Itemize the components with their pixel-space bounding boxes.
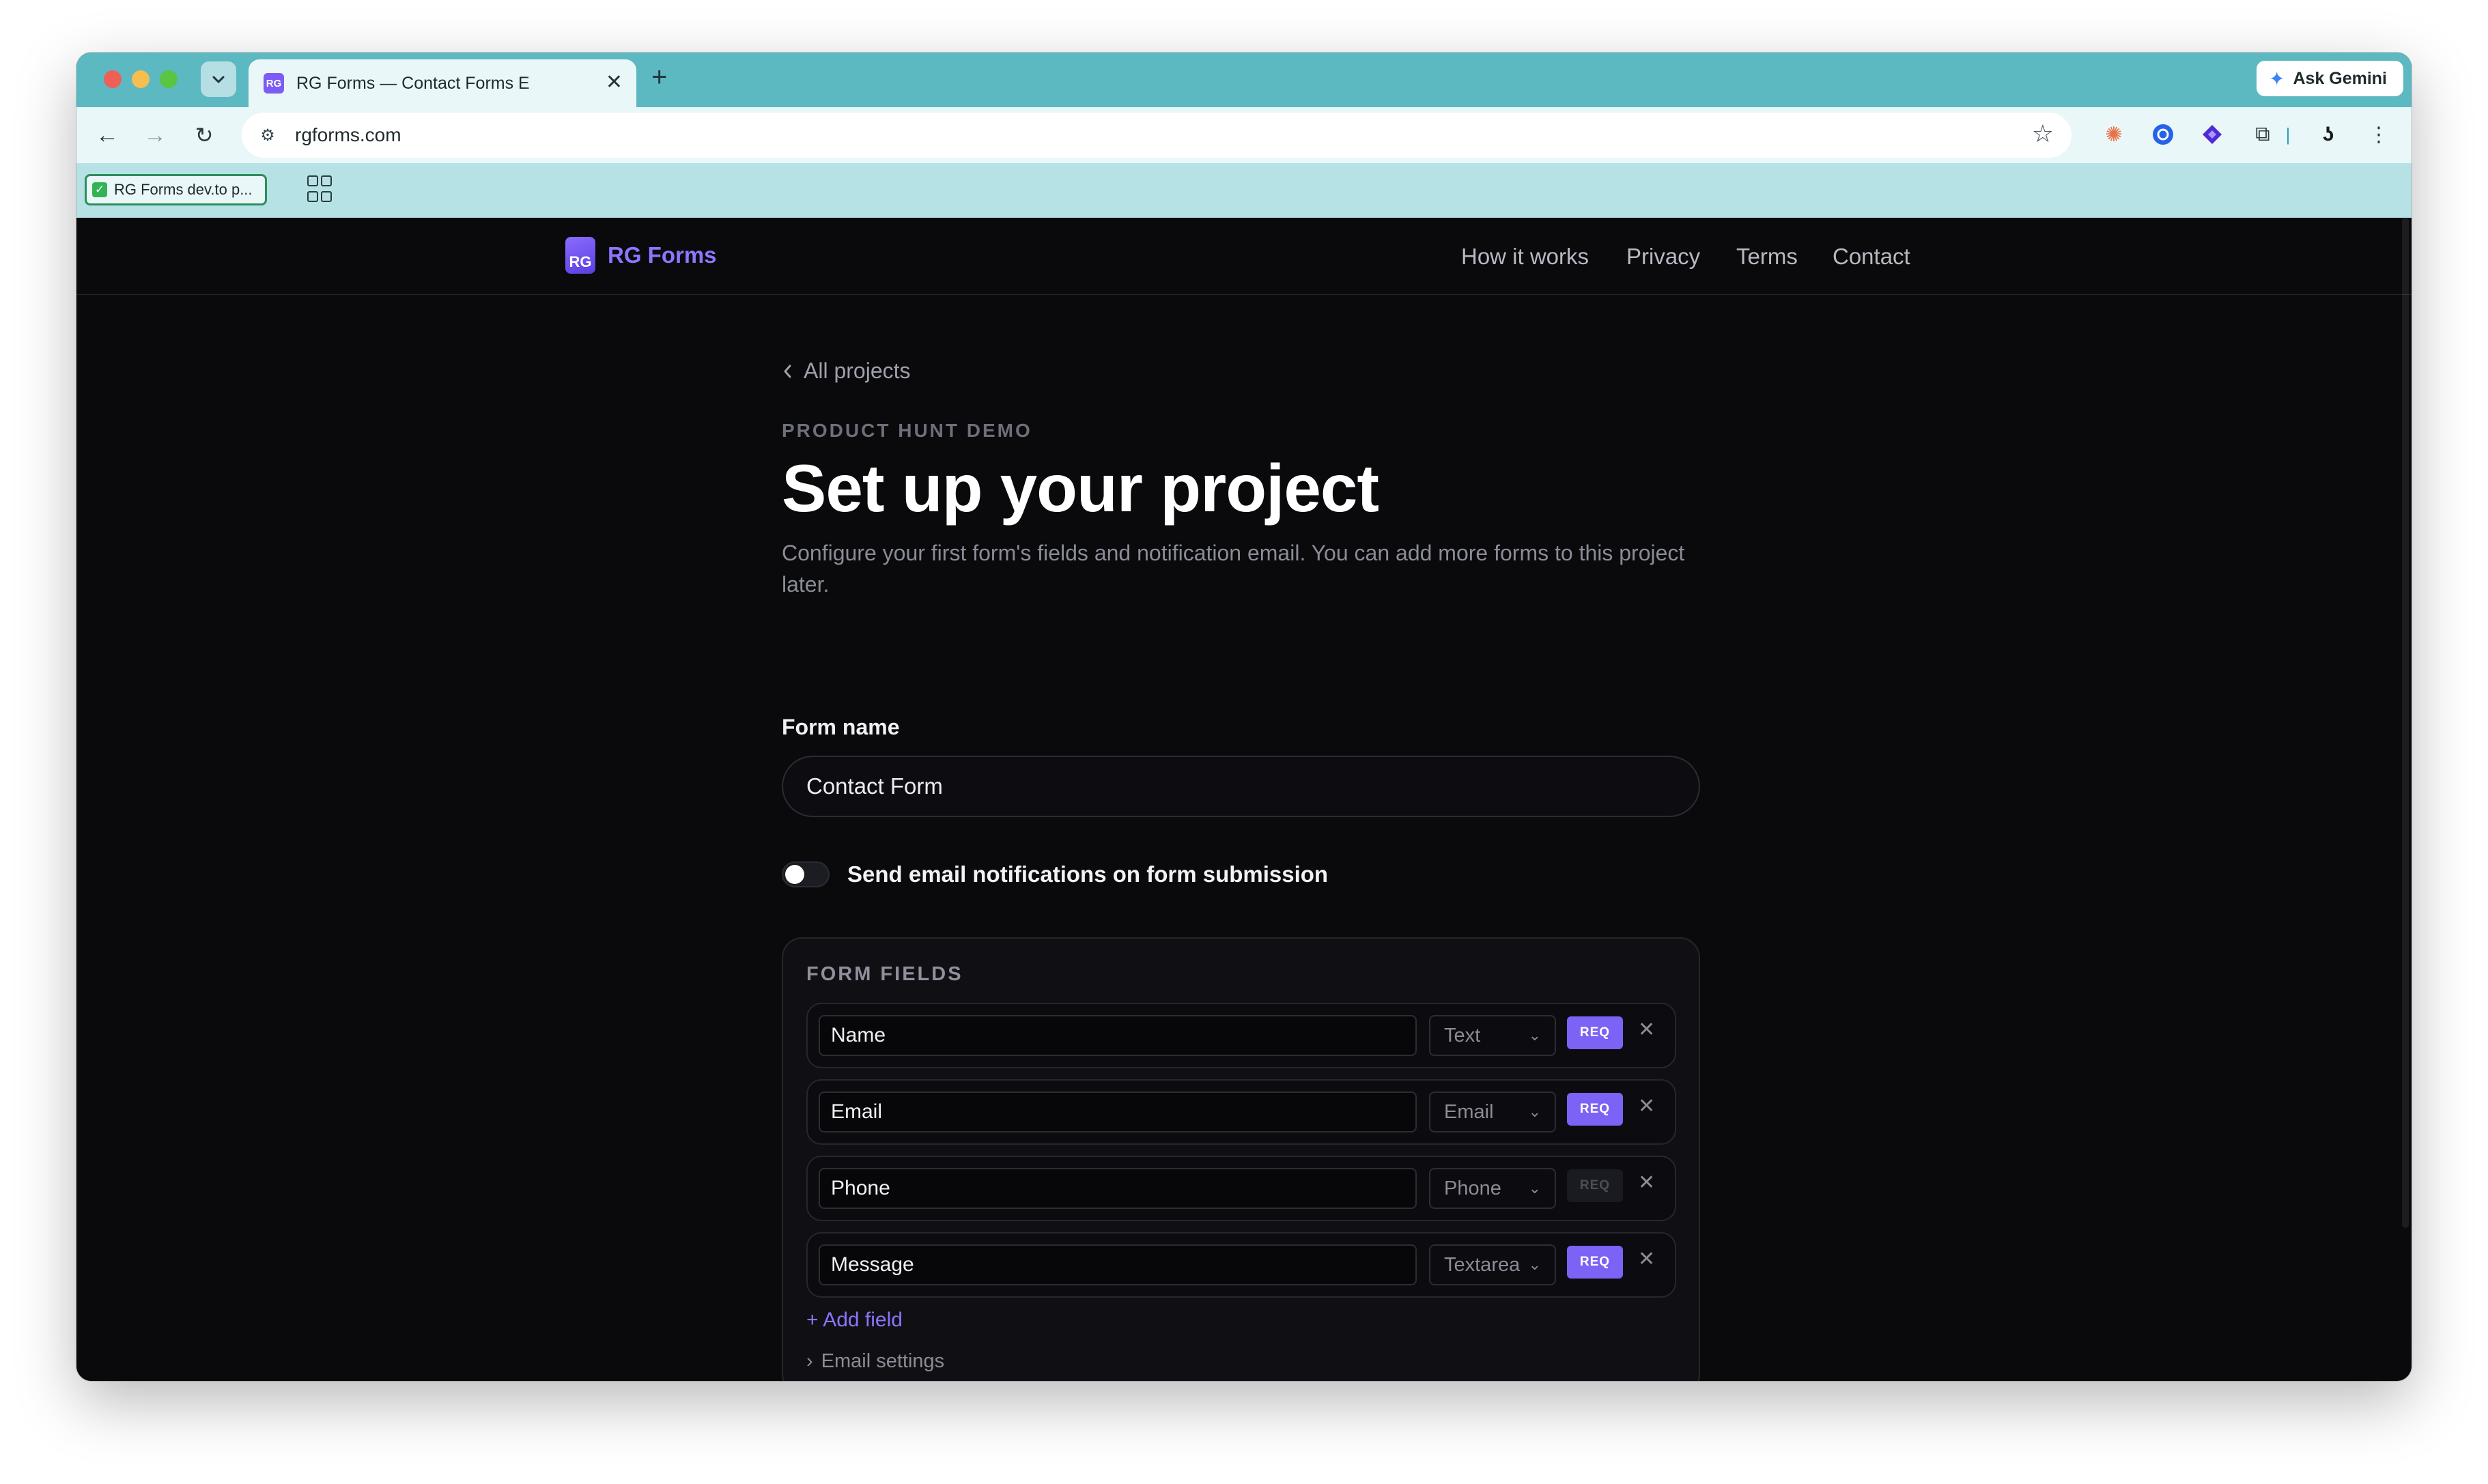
remove-field-icon[interactable]: ✕ bbox=[1638, 1247, 1655, 1271]
forward-arrow-icon[interactable]: → bbox=[138, 118, 172, 152]
field-type-select[interactable]: Text ⌄ bbox=[1429, 1015, 1556, 1056]
bookmarks-bar: ✓ RG Forms dev.to p... bbox=[76, 163, 2412, 218]
extension-burst-icon[interactable]: ✺ bbox=[2099, 119, 2129, 149]
field-label-input[interactable] bbox=[819, 1091, 1417, 1132]
toolbar-divider: | bbox=[2285, 124, 2291, 145]
required-toggle-button[interactable]: REQ bbox=[1567, 1169, 1623, 1202]
project-name-eyebrow: PRODUCT HUNT DEMO bbox=[782, 420, 1032, 441]
browser-menu-icon[interactable]: ⋮ bbox=[2364, 119, 2394, 149]
form-fields-title: FORM FIELDS bbox=[806, 963, 963, 985]
page-subtitle: Configure your first form's fields and n… bbox=[782, 541, 1685, 597]
required-toggle-button[interactable]: REQ bbox=[1567, 1246, 1623, 1279]
address-bar[interactable]: ⚙ rgforms.com ☆ bbox=[242, 113, 2072, 158]
remove-field-icon[interactable]: ✕ bbox=[1638, 1094, 1655, 1118]
extension-blue-badge-icon[interactable] bbox=[2148, 119, 2178, 149]
bookmark-item[interactable]: ✓ RG Forms dev.to p... bbox=[85, 174, 267, 205]
field-type-value: Text bbox=[1444, 1024, 1481, 1046]
chevron-left-icon bbox=[784, 365, 791, 377]
field-type-select[interactable]: Email ⌄ bbox=[1429, 1091, 1556, 1132]
minimize-window-button[interactable] bbox=[132, 70, 150, 88]
site-header: RG RG Forms How it works Privacy Terms C… bbox=[76, 218, 2412, 295]
maximize-window-button[interactable] bbox=[160, 70, 178, 88]
chevron-down-icon: ⌄ bbox=[1528, 1027, 1541, 1044]
chevron-down-icon: ⌄ bbox=[1528, 1256, 1541, 1273]
bookmark-label: RG Forms dev.to p... bbox=[114, 181, 253, 198]
url-text[interactable]: rgforms.com bbox=[295, 124, 401, 146]
email-notification-label: Send email notifications on form submiss… bbox=[847, 861, 1329, 887]
required-toggle-button[interactable]: REQ bbox=[1567, 1093, 1623, 1126]
extensions-puzzle-icon[interactable]: ⧉ bbox=[2248, 119, 2278, 149]
back-to-projects-link[interactable]: All projects bbox=[782, 358, 911, 384]
form-name-label: Form name bbox=[782, 715, 900, 739]
reload-icon[interactable]: ↻ bbox=[187, 118, 221, 152]
field-type-select[interactable]: Textarea ⌄ bbox=[1429, 1244, 1556, 1285]
tab-close-icon[interactable]: ✕ bbox=[606, 70, 623, 94]
site-settings-icon[interactable]: ⚙ bbox=[254, 122, 281, 149]
close-window-button[interactable] bbox=[104, 70, 122, 88]
brand-logo-icon: RG bbox=[565, 237, 595, 274]
nav-terms-link[interactable]: Terms bbox=[1736, 244, 1798, 270]
field-row-name: Text ⌄ REQ ✕ bbox=[806, 1003, 1676, 1068]
extension-diamond-icon[interactable] bbox=[2197, 119, 2227, 149]
tab-favicon-icon: RG bbox=[264, 73, 284, 94]
add-field-link[interactable]: + Add field bbox=[806, 1309, 903, 1332]
apps-grid-icon[interactable] bbox=[307, 175, 335, 203]
field-type-value: Email bbox=[1444, 1100, 1494, 1123]
field-row-email: Email ⌄ REQ ✕ bbox=[806, 1079, 1676, 1145]
page-scrollbar[interactable] bbox=[2402, 218, 2409, 1228]
remove-field-icon[interactable]: ✕ bbox=[1638, 1171, 1655, 1195]
browser-window: RG RG Forms — Contact Forms E ✕ + ✦ Ask … bbox=[76, 53, 2412, 1381]
field-row-phone: Phone ⌄ REQ ✕ bbox=[806, 1156, 1676, 1221]
required-toggle-button[interactable]: REQ bbox=[1567, 1016, 1623, 1049]
gemini-sparkle-icon: ✦ bbox=[2268, 68, 2285, 89]
nav-how-it-works-link[interactable]: How it works bbox=[1461, 244, 1589, 270]
active-tab[interactable]: RG RG Forms — Contact Forms E ✕ bbox=[249, 59, 636, 107]
brand-home-link[interactable]: RG RG Forms bbox=[565, 237, 717, 274]
ask-gemini-label: Ask Gemini bbox=[2293, 68, 2387, 88]
email-settings-expander[interactable]: › Email settings bbox=[806, 1350, 944, 1373]
remove-field-icon[interactable]: ✕ bbox=[1638, 1018, 1655, 1042]
back-link-label: All projects bbox=[804, 358, 911, 383]
toggle-knob bbox=[785, 865, 804, 884]
field-type-value: Phone bbox=[1444, 1177, 1501, 1199]
chevron-down-icon: ⌄ bbox=[1528, 1103, 1541, 1120]
field-type-value: Textarea bbox=[1444, 1253, 1521, 1276]
web-page: RG RG Forms How it works Privacy Terms C… bbox=[76, 218, 2412, 1381]
nav-privacy-link[interactable]: Privacy bbox=[1626, 244, 1700, 270]
extension-hook-icon[interactable]: ʖ bbox=[2313, 119, 2343, 149]
back-arrow-icon[interactable]: ← bbox=[90, 118, 124, 152]
chevron-down-icon bbox=[212, 76, 225, 83]
email-notification-toggle-row[interactable]: Send email notifications on form submiss… bbox=[782, 861, 1328, 887]
bookmark-star-icon[interactable]: ☆ bbox=[2032, 119, 2054, 148]
field-type-select[interactable]: Phone ⌄ bbox=[1429, 1168, 1556, 1209]
new-tab-icon[interactable]: + bbox=[651, 62, 667, 93]
nav-contact-link[interactable]: Contact bbox=[1833, 244, 1910, 270]
form-name-input[interactable] bbox=[782, 756, 1700, 817]
field-label-input[interactable] bbox=[819, 1244, 1417, 1285]
field-label-input[interactable] bbox=[819, 1015, 1417, 1056]
chevron-right-icon: › bbox=[806, 1350, 813, 1372]
email-settings-label: Email settings bbox=[821, 1350, 945, 1372]
ask-gemini-button[interactable]: ✦ Ask Gemini bbox=[2256, 61, 2403, 96]
field-row-message: Textarea ⌄ REQ ✕ bbox=[806, 1232, 1676, 1298]
form-fields-card: FORM FIELDS Text ⌄ REQ ✕ Email ⌄ REQ ✕ Pho… bbox=[782, 937, 1700, 1381]
tab-strip: RG RG Forms — Contact Forms E ✕ + ✦ Ask … bbox=[76, 53, 2412, 107]
page-title: Set up your project bbox=[782, 451, 1379, 526]
field-label-input[interactable] bbox=[819, 1168, 1417, 1209]
browser-toolbar: ← → ↻ ⚙ rgforms.com ☆ ✺ ⧉ | ʖ ⋮ bbox=[76, 107, 2412, 163]
tab-title: RG Forms — Contact Forms E bbox=[296, 73, 530, 93]
brand-name: RG Forms bbox=[608, 242, 717, 268]
checkmark-icon: ✓ bbox=[92, 182, 107, 197]
tab-search-button[interactable] bbox=[201, 61, 236, 97]
email-notification-toggle[interactable] bbox=[782, 861, 830, 887]
chevron-down-icon: ⌄ bbox=[1528, 1180, 1541, 1197]
